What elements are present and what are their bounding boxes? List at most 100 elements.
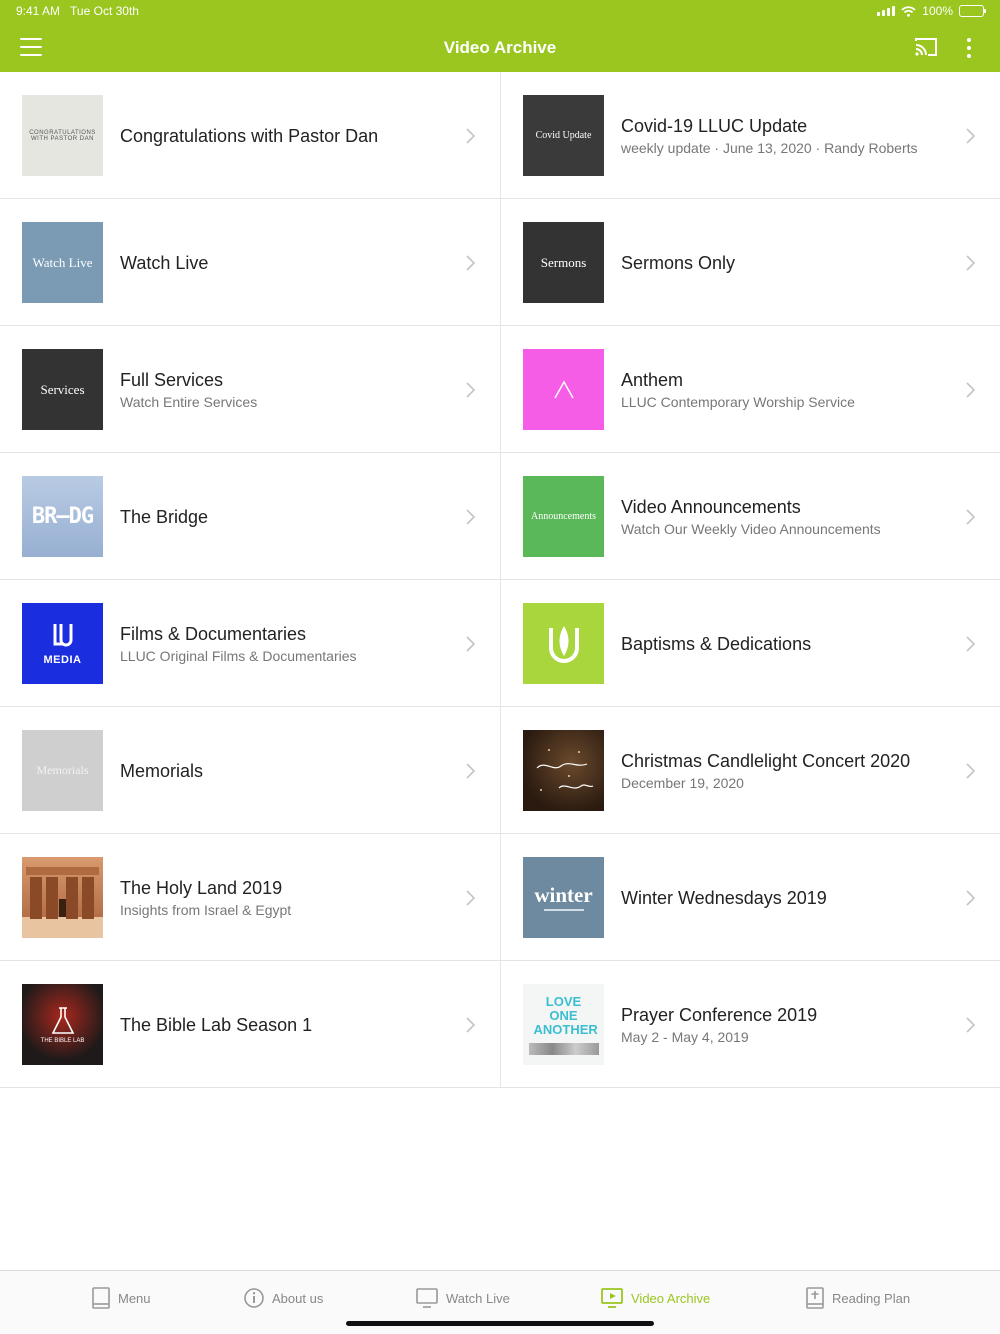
tab-about-us[interactable]: About us — [244, 1285, 323, 1311]
battery-percent: 100% — [922, 4, 953, 18]
temple-photo-icon — [22, 867, 103, 938]
chevron-right-icon — [466, 890, 476, 906]
status-bar: 9:41 AM Tue Oct 30th 100% — [16, 4, 986, 20]
video-archive-grid: CONGRATULATIONS WITH PASTOR DAN Congratu… — [0, 72, 1000, 1088]
holy-land-thumbnail — [22, 857, 103, 938]
chevron-right-icon — [466, 509, 476, 525]
chevron-right-icon — [966, 890, 976, 906]
chevron-right-icon — [466, 255, 476, 271]
list-item[interactable]: winter Winter Wednesdays 2019 — [500, 834, 1000, 961]
thumbnail: Memorials — [22, 730, 103, 811]
item-subtitle: May 2 - May 4, 2019 — [621, 1028, 749, 1045]
list-item[interactable]: Covid Update Covid-19 LLUC Update weekly … — [500, 72, 1000, 199]
thumbnail: Announcements — [523, 476, 604, 557]
video-icon — [601, 1288, 623, 1308]
item-title: Winter Wednesdays 2019 — [621, 887, 827, 908]
chevron-right-icon — [466, 128, 476, 144]
bible-lab-thumbnail: THE BIBLE LAB — [22, 984, 103, 1065]
item-subtitle: LLUC Original Films & Documentaries — [120, 647, 357, 664]
item-title: Baptisms & Dedications — [621, 633, 812, 654]
status-time: 9:41 AM — [16, 4, 61, 18]
list-item[interactable]: Announcements Video Announcements Watch O… — [500, 453, 1000, 580]
item-title: Full Services — [120, 369, 224, 390]
signal-icon — [877, 6, 896, 16]
list-item[interactable]: Sermons Sermons Only — [500, 199, 1000, 326]
list-item[interactable]: CONGRATULATIONS WITH PASTOR DAN Congratu… — [0, 72, 500, 199]
list-item[interactable]: BR—DG The Bridge — [0, 453, 500, 580]
tab-reading-plan[interactable]: Reading Plan — [806, 1285, 910, 1311]
llu-logo-icon — [53, 623, 72, 646]
item-title: Covid-19 LLUC Update — [621, 115, 808, 136]
chevron-right-icon — [466, 382, 476, 398]
chevron-right-icon — [966, 509, 976, 525]
tab-menu[interactable]: Menu — [92, 1285, 151, 1311]
winter-thumbnail: winter — [523, 857, 604, 938]
bible-icon — [806, 1287, 824, 1309]
monitor-icon — [416, 1288, 438, 1308]
thumbnail: CONGRATULATIONS WITH PASTOR DAN — [22, 95, 103, 176]
prayer-thumbnail: LOVE ONE ANOTHER — [523, 984, 604, 1065]
chevron-right-icon — [966, 255, 976, 271]
chevron-right-icon — [966, 128, 976, 144]
item-title: Congratulations with Pastor Dan — [120, 125, 379, 146]
list-item[interactable]: Baptisms & Dedications — [500, 580, 1000, 707]
thumbnail: Covid Update — [523, 95, 604, 176]
flask-icon — [51, 1006, 74, 1034]
chevron-right-icon — [966, 1017, 976, 1033]
chevron-right-icon — [966, 763, 976, 779]
item-subtitle: weekly update · June 13, 2020 · Randy Ro… — [621, 139, 918, 156]
page-title: Video Archive — [443, 38, 557, 57]
people-photo-strip — [528, 1042, 599, 1055]
list-item[interactable]: Memorials Memorials — [0, 707, 500, 834]
chevron-right-icon — [466, 636, 476, 652]
thumbnail: Watch Live — [22, 222, 103, 303]
home-indicator — [346, 1321, 654, 1326]
tab-watch-live[interactable]: Watch Live — [416, 1285, 510, 1311]
winter-subtitle-mark — [543, 909, 584, 911]
chevron-right-icon — [966, 636, 976, 652]
item-title: Memorials — [120, 760, 204, 781]
list-item[interactable]: THE BIBLE LAB The Bible Lab Season 1 — [0, 961, 500, 1088]
baptisms-thumbnail — [523, 603, 604, 684]
thumbnail: Sermons — [523, 222, 604, 303]
list-item[interactable]: MEDIA Films & Documentaries LLUC Original… — [0, 580, 500, 707]
chevron-right-icon — [466, 763, 476, 779]
wifi-icon — [901, 5, 916, 17]
top-bar: 9:41 AM Tue Oct 30th 100% Video Archive — [0, 0, 1000, 72]
cast-icon[interactable] — [914, 37, 938, 57]
item-subtitle: Watch Our Weekly Video Announcements — [621, 520, 881, 537]
item-title: Prayer Conference 2019 — [621, 1004, 818, 1025]
more-options-icon[interactable] — [961, 38, 977, 58]
item-subtitle: Watch Entire Services — [120, 393, 258, 410]
tab-video-archive[interactable]: Video Archive — [601, 1285, 710, 1311]
thumbnail: Services — [22, 349, 103, 430]
item-title: Sermons Only — [621, 252, 736, 273]
item-title: Films & Documentaries — [120, 623, 307, 644]
bridge-logo-icon: BR—DG — [31, 504, 94, 529]
info-icon — [244, 1288, 264, 1308]
item-title: Anthem — [621, 369, 684, 390]
item-title: The Bible Lab Season 1 — [120, 1014, 313, 1035]
anthem-logo-icon — [553, 379, 574, 398]
item-title: Watch Live — [120, 252, 209, 273]
heaven-earth-artwork-icon — [536, 748, 593, 791]
item-title: Video Announcements — [621, 496, 801, 517]
battery-icon — [959, 5, 986, 17]
list-item[interactable]: Watch Live Watch Live — [0, 199, 500, 326]
item-subtitle: December 19, 2020 — [621, 774, 744, 791]
list-item[interactable]: The Holy Land 2019 Insights from Israel &… — [0, 834, 500, 961]
lluc-leaf-logo-icon — [548, 625, 579, 663]
candlelight-thumbnail — [523, 730, 604, 811]
item-title: The Bridge — [120, 506, 209, 527]
book-icon — [92, 1287, 110, 1309]
list-item[interactable]: Christmas Candlelight Concert 2020 Decemb… — [500, 707, 1000, 834]
list-item[interactable]: Anthem LLUC Contemporary Worship Service — [500, 326, 1000, 453]
list-item[interactable]: Services Full Services Watch Entire Servi… — [0, 326, 500, 453]
bridge-thumbnail: BR—DG — [22, 476, 103, 557]
item-subtitle: LLUC Contemporary Worship Service — [621, 393, 855, 410]
chevron-right-icon — [466, 1017, 476, 1033]
item-title: The Holy Land 2019 — [120, 877, 283, 898]
item-subtitle: Insights from Israel & Egypt — [120, 901, 292, 918]
status-date: Tue Oct 30th — [70, 4, 139, 18]
list-item[interactable]: LOVE ONE ANOTHER Prayer Conference 2019 M… — [500, 961, 1000, 1088]
